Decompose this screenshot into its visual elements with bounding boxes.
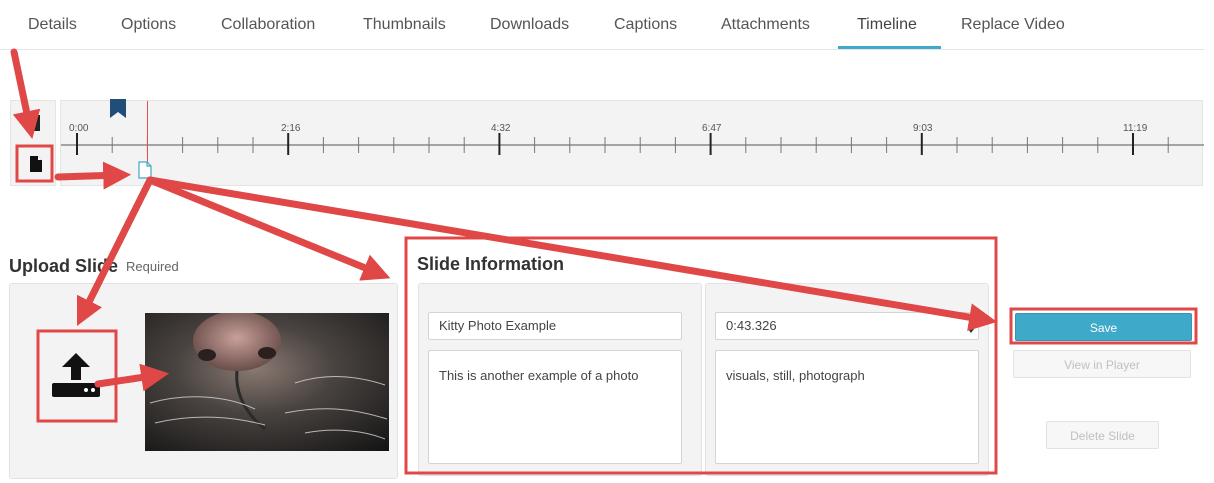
tab-details[interactable]: Details xyxy=(28,16,77,34)
delete-slide-button[interactable]: Delete Slide xyxy=(1046,421,1159,449)
timeline-label: 0:00 xyxy=(69,123,89,134)
slide-time-input[interactable]: 0:43.326 xyxy=(715,312,979,340)
tab-collaboration[interactable]: Collaboration xyxy=(221,16,315,34)
tab-thumbnails[interactable]: Thumbnails xyxy=(363,16,446,34)
slide-track-icon[interactable] xyxy=(29,155,43,173)
slide-thumbnail xyxy=(145,313,389,451)
active-tab-indicator xyxy=(838,46,941,49)
tab-captions[interactable]: Captions xyxy=(614,16,677,34)
tab-options[interactable]: Options xyxy=(121,16,176,34)
view-in-player-button[interactable]: View in Player xyxy=(1013,350,1191,378)
required-label: Required xyxy=(126,259,179,274)
save-button[interactable]: Save xyxy=(1015,313,1192,341)
timeline-track-headers xyxy=(10,100,56,186)
bookmark-icon[interactable] xyxy=(110,99,126,118)
tab-replace-video[interactable]: Replace Video xyxy=(961,16,1065,34)
timeline-ticks xyxy=(61,133,1204,155)
tab-timeline[interactable]: Timeline xyxy=(857,16,917,34)
timeline-label: 6:47 xyxy=(702,123,722,134)
slide-description-textarea[interactable]: This is another example of a photo xyxy=(428,350,682,464)
timeline-label: 11:19 xyxy=(1123,123,1148,134)
tab-downloads[interactable]: Downloads xyxy=(490,16,569,34)
slide-marker-icon[interactable] xyxy=(138,161,152,179)
slide-tags-textarea[interactable]: visuals, still, photograph xyxy=(715,350,979,464)
slide-information-title: Slide Information xyxy=(417,254,565,274)
upload-slide-title: Upload Slide xyxy=(9,256,119,276)
time-stepper-icon[interactable] xyxy=(968,320,974,334)
timeline-label: 2:16 xyxy=(281,123,301,134)
tab-attachments[interactable]: Attachments xyxy=(721,16,810,34)
slide-name-input[interactable]: Kitty Photo Example xyxy=(428,312,682,340)
timeline-ruler[interactable]: 0:00 2:16 4:32 6:47 9:03 11:19 xyxy=(60,100,1204,186)
tab-bar: Details Options Collaboration Thumbnails… xyxy=(0,0,1204,50)
upload-icon[interactable] xyxy=(50,349,102,401)
slide-time-value: 0:43.326 xyxy=(726,318,777,333)
chapter-track-icon[interactable] xyxy=(34,115,40,131)
timeline-label: 4:32 xyxy=(491,123,511,134)
timeline-label: 9:03 xyxy=(913,123,933,134)
